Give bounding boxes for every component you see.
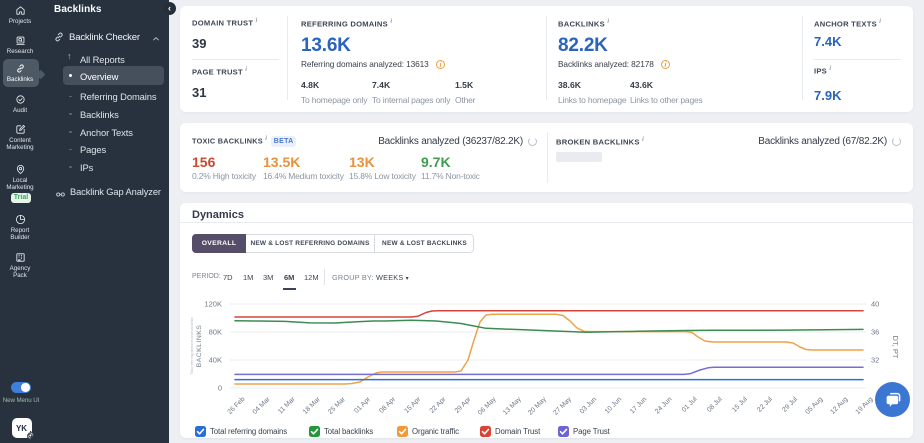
svg-text:DT, PT: DT, PT [891,336,900,359]
svg-text:0: 0 [218,384,222,393]
svg-text:40: 40 [871,300,879,309]
svg-text:80K: 80K [209,328,222,337]
svg-text:26 Feb: 26 Feb [226,396,246,416]
svg-text:36: 36 [871,328,879,337]
svg-text:15 Apr: 15 Apr [403,395,422,414]
svg-text:01 Apr: 01 Apr [353,395,372,414]
svg-text:27 May: 27 May [552,396,573,417]
svg-text:11 Mar: 11 Mar [277,395,297,415]
svg-text:03 Jun: 03 Jun [579,396,599,416]
svg-text:Total referring domains and ba: Total referring domains and backlinks [190,317,194,375]
svg-text:17 Jun: 17 Jun [629,396,649,416]
svg-text:25 Mar: 25 Mar [327,395,347,415]
svg-text:12 Aug: 12 Aug [829,396,849,416]
svg-text:13 May: 13 May [502,396,523,417]
svg-text:20 May: 20 May [527,396,548,417]
svg-text:40K: 40K [209,356,222,365]
svg-text:120K: 120K [204,300,222,309]
svg-text:BACKLINKS: BACKLINKS [196,325,203,368]
svg-text:01 Jul: 01 Jul [681,396,699,414]
svg-text:08 Jul: 08 Jul [706,396,724,414]
svg-text:22 Apr: 22 Apr [429,395,448,414]
svg-text:15 Jul: 15 Jul [731,396,749,414]
svg-text:10 Jun: 10 Jun [604,396,624,416]
svg-text:19 Aug: 19 Aug [854,396,874,416]
svg-text:06 May: 06 May [477,396,498,417]
svg-text:05 Aug: 05 Aug [804,396,824,416]
svg-text:29 Jul: 29 Jul [781,396,799,414]
svg-text:18 Mar: 18 Mar [302,395,322,415]
svg-text:29 Apr: 29 Apr [454,395,473,414]
svg-text:04 Mar: 04 Mar [252,395,272,415]
svg-text:24 Jun: 24 Jun [654,396,674,416]
svg-text:08 Apr: 08 Apr [378,395,397,414]
svg-text:32: 32 [871,356,879,365]
svg-text:22 Jul: 22 Jul [756,396,774,414]
